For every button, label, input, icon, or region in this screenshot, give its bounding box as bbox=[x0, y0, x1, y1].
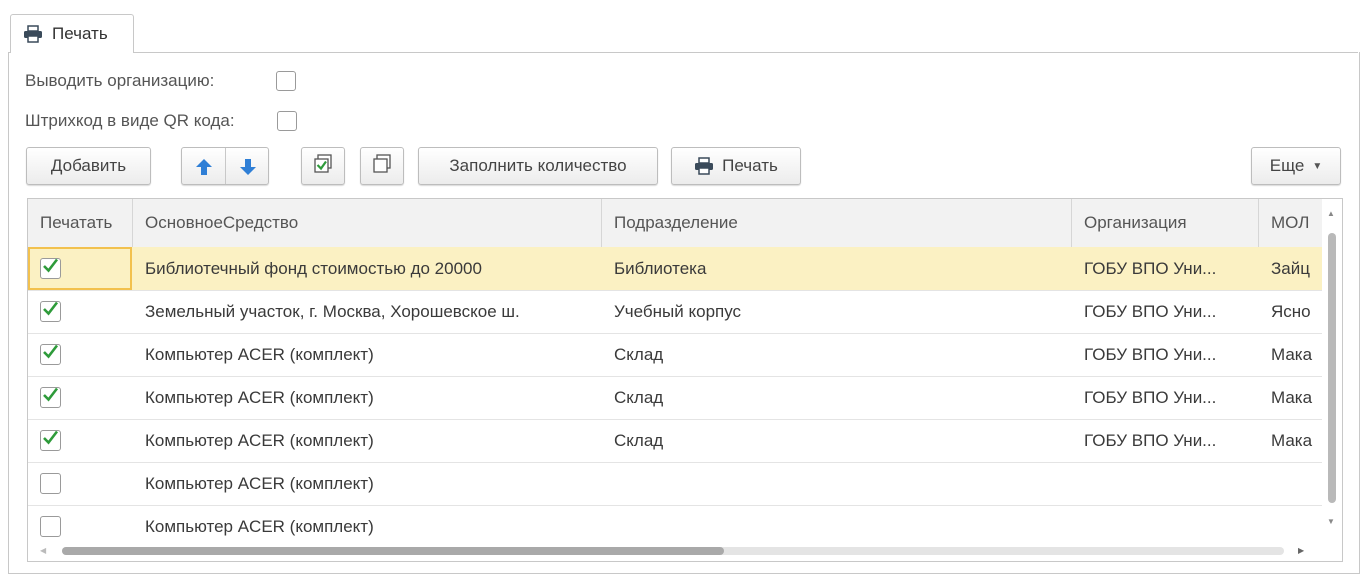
scroll-left-icon[interactable]: ◀ bbox=[40, 546, 46, 555]
checkmark-icon bbox=[43, 430, 59, 445]
table-header: Печатать ОсновноеСредство Подразделение … bbox=[28, 199, 1324, 248]
cell-mol[interactable]: Мака bbox=[1259, 419, 1324, 462]
printer-icon bbox=[694, 157, 714, 175]
table-row[interactable]: Компьютер ACER (комплект) Склад ГОБУ ВПО У… bbox=[28, 376, 1324, 420]
cell-asset[interactable]: Компьютер ACER (комплект) bbox=[133, 333, 602, 376]
cell-division[interactable] bbox=[602, 462, 1072, 505]
fill-quantity-label: Заполнить количество bbox=[449, 156, 627, 175]
cell-mol[interactable]: Ясно bbox=[1259, 290, 1324, 333]
column-header-asset[interactable]: ОсновноеСредство bbox=[133, 199, 602, 247]
cell-organization[interactable] bbox=[1072, 462, 1259, 505]
column-header-organization[interactable]: Организация bbox=[1072, 199, 1259, 247]
cell-division[interactable]: Библиотека bbox=[602, 247, 1072, 290]
vertical-scroll-thumb[interactable] bbox=[1328, 233, 1336, 503]
cell-organization[interactable]: ГОБУ ВПО Уни... bbox=[1072, 376, 1259, 419]
print-checkbox[interactable] bbox=[40, 516, 61, 537]
move-buttons-group bbox=[181, 147, 269, 185]
more-button-label: Еще bbox=[1269, 156, 1305, 175]
column-header-division[interactable]: Подразделение bbox=[602, 199, 1072, 247]
tab-print-label: Печать bbox=[52, 24, 108, 43]
cell-division[interactable]: Учебный корпус bbox=[602, 290, 1072, 333]
cell-mol[interactable]: Мака bbox=[1259, 333, 1324, 376]
fill-quantity-button[interactable]: Заполнить количество bbox=[418, 147, 658, 185]
uncheck-all-button[interactable] bbox=[360, 147, 404, 185]
table-row[interactable]: Компьютер ACER (комплект) bbox=[28, 462, 1324, 506]
move-down-icon[interactable] bbox=[238, 157, 258, 182]
cell-organization[interactable]: ГОБУ ВПО Уни... bbox=[1072, 247, 1259, 290]
uncheck-all-icon bbox=[371, 153, 393, 180]
scroll-down-icon[interactable]: ▼ bbox=[1327, 517, 1335, 526]
cell-mol[interactable] bbox=[1259, 462, 1324, 505]
print-checkbox[interactable] bbox=[40, 301, 61, 322]
print-checkbox[interactable] bbox=[40, 387, 61, 408]
cell-asset[interactable]: Компьютер ACER (комплект) bbox=[133, 419, 602, 462]
table-row[interactable]: Библиотечный фонд стоимостью до 20000 Биб… bbox=[28, 247, 1324, 291]
cell-division[interactable]: Склад bbox=[602, 376, 1072, 419]
cell-asset[interactable]: Земельный участок, г. Москва, Хорошевско… bbox=[133, 290, 602, 333]
chevron-down-icon: ▼ bbox=[1312, 160, 1323, 172]
cell-mol[interactable]: Зайц bbox=[1259, 247, 1324, 290]
check-all-button[interactable] bbox=[301, 147, 345, 185]
check-all-icon bbox=[312, 153, 334, 180]
table-row[interactable]: Компьютер ACER (комплект) Склад ГОБУ ВПО У… bbox=[28, 419, 1324, 463]
print-button[interactable]: Печать bbox=[671, 147, 801, 185]
checkmark-icon bbox=[43, 301, 59, 316]
cell-asset[interactable]: Библиотечный фонд стоимостью до 20000 bbox=[133, 247, 602, 290]
table-row[interactable]: Земельный участок, г. Москва, Хорошевско… bbox=[28, 290, 1324, 334]
vertical-scrollbar[interactable]: ▲ ▼ bbox=[1322, 199, 1342, 541]
show-org-label: Выводить организацию: bbox=[25, 71, 215, 90]
print-checkbox[interactable] bbox=[40, 473, 61, 494]
print-checkbox[interactable] bbox=[40, 344, 61, 365]
column-header-print[interactable]: Печатать bbox=[28, 199, 133, 247]
cell-division[interactable]: Склад bbox=[602, 333, 1072, 376]
more-button[interactable]: Еще ▼ bbox=[1251, 147, 1341, 185]
add-button-label: Добавить bbox=[50, 156, 127, 175]
column-header-mol[interactable]: МОЛ bbox=[1259, 199, 1324, 247]
scroll-right-icon[interactable]: ▶ bbox=[1298, 546, 1304, 555]
print-checkbox[interactable] bbox=[40, 430, 61, 451]
cell-asset[interactable]: Компьютер ACER (комплект) bbox=[133, 462, 602, 505]
cell-organization[interactable]: ГОБУ ВПО Уни... bbox=[1072, 419, 1259, 462]
checkmark-icon bbox=[43, 344, 59, 359]
horizontal-scrollbar[interactable]: ◀ ▶ bbox=[28, 541, 1324, 561]
scroll-up-icon[interactable]: ▲ bbox=[1327, 209, 1335, 218]
cell-organization[interactable]: ГОБУ ВПО Уни... bbox=[1072, 290, 1259, 333]
table-row[interactable]: Компьютер ACER (комплект) Склад ГОБУ ВПО У… bbox=[28, 333, 1324, 377]
printer-icon bbox=[23, 25, 43, 43]
print-button-label: Печать bbox=[722, 156, 778, 175]
qr-label: Штрихкод в виде QR кода: bbox=[25, 111, 235, 130]
cell-asset[interactable]: Компьютер ACER (комплект) bbox=[133, 376, 602, 419]
cell-division[interactable]: Склад bbox=[602, 419, 1072, 462]
tab-print[interactable]: Печать bbox=[10, 14, 134, 53]
horizontal-scroll-thumb[interactable] bbox=[62, 547, 724, 555]
assets-table: Печатать ОсновноеСредство Подразделение … bbox=[27, 198, 1343, 562]
add-button[interactable]: Добавить bbox=[26, 147, 151, 185]
show-org-checkbox[interactable] bbox=[276, 71, 296, 91]
move-up-icon[interactable] bbox=[194, 157, 214, 182]
focused-cell bbox=[28, 247, 132, 290]
qr-checkbox[interactable] bbox=[277, 111, 297, 131]
cell-mol[interactable]: Мака bbox=[1259, 376, 1324, 419]
move-buttons-separator bbox=[225, 148, 226, 184]
cell-organization[interactable]: ГОБУ ВПО Уни... bbox=[1072, 333, 1259, 376]
checkmark-icon bbox=[43, 387, 59, 402]
